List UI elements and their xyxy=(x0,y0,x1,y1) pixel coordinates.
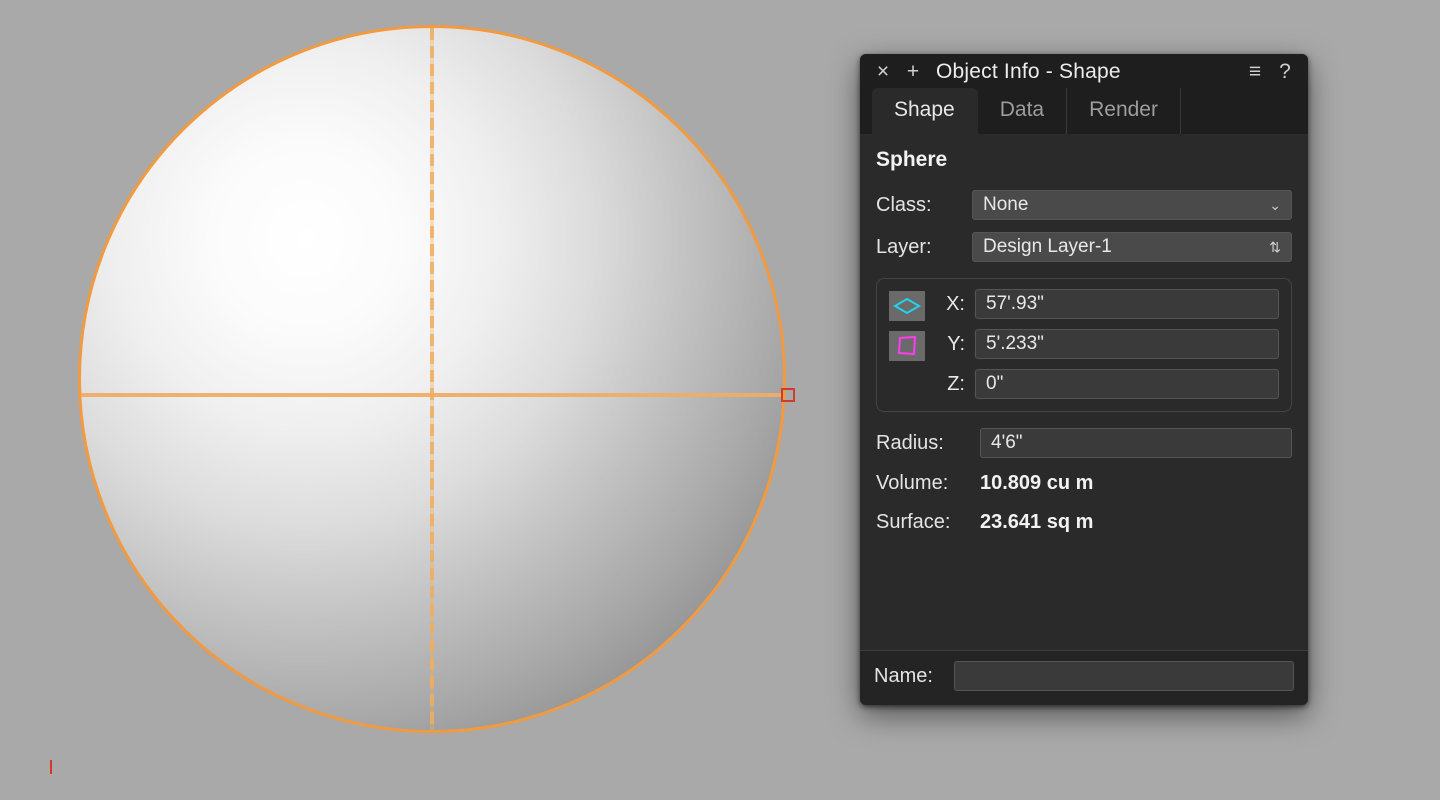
coord-mode-icons xyxy=(889,289,925,361)
radius-row: Radius: 4'6" xyxy=(874,422,1294,464)
panel-spacer xyxy=(874,542,1294,642)
tab-data[interactable]: Data xyxy=(978,88,1067,134)
name-label: Name: xyxy=(874,665,944,688)
x-label: X: xyxy=(939,293,965,316)
layer-label: Layer: xyxy=(876,236,962,259)
surface-value: 23.641 sq m xyxy=(980,511,1093,534)
radius-input[interactable]: 4'6" xyxy=(980,428,1292,458)
menu-icon[interactable]: ≡ xyxy=(1244,61,1266,83)
y-input[interactable]: 5'.233" xyxy=(975,329,1279,359)
class-row: Class: None ⌄ xyxy=(874,184,1294,226)
name-input[interactable] xyxy=(954,661,1294,691)
sphere-horizontal-axis xyxy=(81,393,783,397)
z-row: Z: 0" xyxy=(939,369,1279,399)
y-value: 5'.233" xyxy=(986,333,1044,355)
add-icon[interactable]: + xyxy=(902,61,924,83)
help-icon[interactable]: ? xyxy=(1274,61,1296,83)
close-icon[interactable]: × xyxy=(872,61,894,83)
volume-label: Volume: xyxy=(876,472,970,495)
x-value: 57'.93" xyxy=(986,293,1044,315)
class-label: Class: xyxy=(876,194,962,217)
surface-label: Surface: xyxy=(876,511,970,534)
layer-value: Design Layer-1 xyxy=(983,236,1112,258)
layer-row: Layer: Design Layer-1 ⇅ xyxy=(874,226,1294,268)
panel-footer: Name: xyxy=(860,650,1308,705)
y-row: Y: 5'.233" xyxy=(939,329,1279,359)
surface-row: Surface: 23.641 sq m xyxy=(874,503,1294,542)
x-input[interactable]: 57'.93" xyxy=(975,289,1279,319)
coordinates-group: X: 57'.93" Y: 5'.233" Z: 0" xyxy=(876,278,1292,412)
plane-side-icon[interactable] xyxy=(889,331,925,361)
x-row: X: 57'.93" xyxy=(939,289,1279,319)
coord-fields: X: 57'.93" Y: 5'.233" Z: 0" xyxy=(939,289,1279,399)
object-info-panel: × + Object Info - Shape ≡ ? Shape Data R… xyxy=(860,54,1308,705)
class-value: None xyxy=(983,194,1028,216)
radius-value: 4'6" xyxy=(991,432,1023,454)
object-type-heading: Sphere xyxy=(874,146,1294,184)
panel-tabs: Shape Data Render xyxy=(860,88,1308,134)
z-value: 0" xyxy=(986,373,1003,395)
z-label: Z: xyxy=(939,373,965,396)
chevron-updown-icon: ⇅ xyxy=(1269,239,1281,256)
class-select[interactable]: None ⌄ xyxy=(972,190,1292,220)
tab-render[interactable]: Render xyxy=(1067,88,1181,134)
selected-sphere[interactable] xyxy=(78,25,786,733)
panel-title: Object Info - Shape xyxy=(932,60,1236,84)
z-input[interactable]: 0" xyxy=(975,369,1279,399)
origin-marker xyxy=(50,760,52,774)
radius-label: Radius: xyxy=(876,432,970,455)
sphere-edit-handle[interactable] xyxy=(781,388,795,402)
chevron-down-icon: ⌄ xyxy=(1269,197,1281,214)
volume-value: 10.809 cu m xyxy=(980,472,1093,495)
panel-titlebar[interactable]: × + Object Info - Shape ≡ ? xyxy=(860,54,1308,88)
plane-top-icon[interactable] xyxy=(889,291,925,321)
layer-select[interactable]: Design Layer-1 ⇅ xyxy=(972,232,1292,262)
sphere-vertical-axis xyxy=(430,28,434,730)
tab-shape[interactable]: Shape xyxy=(872,88,978,134)
y-label: Y: xyxy=(939,333,965,356)
panel-body: Sphere Class: None ⌄ Layer: Design Layer… xyxy=(860,134,1308,650)
volume-row: Volume: 10.809 cu m xyxy=(874,464,1294,503)
